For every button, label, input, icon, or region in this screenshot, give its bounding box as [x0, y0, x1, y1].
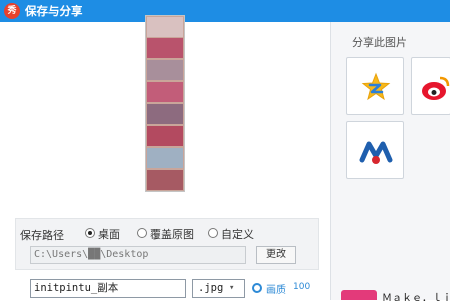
- renren-icon: [359, 141, 393, 164]
- ad-banner-text[interactable]: Ｍａｋｅ．ｌｉｆｅ: [382, 289, 450, 304]
- share-panel: 分享此图片: [330, 22, 450, 300]
- quality-value: 100: [293, 282, 311, 292]
- share-renren-button[interactable]: [346, 121, 404, 179]
- qzone-icon: [361, 72, 391, 101]
- desktop-radio-label[interactable]: 桌面: [98, 226, 120, 242]
- extension-value: .jpg: [198, 282, 224, 294]
- quality-label[interactable]: 画质: [266, 281, 286, 296]
- ad-banner-image[interactable]: [341, 290, 377, 300]
- overwrite-radio[interactable]: [137, 228, 147, 238]
- quality-gear-icon[interactable]: [252, 283, 262, 293]
- custom-radio-label[interactable]: 自定义: [221, 226, 254, 242]
- desktop-radio[interactable]: [85, 228, 95, 238]
- share-weibo-button[interactable]: [411, 57, 450, 115]
- chevron-down-icon: ▾: [229, 283, 235, 293]
- share-qzone-button[interactable]: [346, 57, 404, 115]
- filename-input[interactable]: initpintu_副本: [30, 279, 186, 298]
- extension-select[interactable]: .jpg ▾: [192, 279, 245, 298]
- weibo-icon: [422, 76, 450, 100]
- app-logo-icon: 秀: [4, 3, 20, 19]
- save-path-field[interactable]: C:\Users\██\Desktop: [30, 246, 246, 264]
- window-title: 保存与分享: [25, 4, 83, 18]
- change-path-button[interactable]: 更改: [256, 246, 296, 264]
- title-bar: 秀 保存与分享: [0, 0, 450, 22]
- image-preview: [145, 15, 185, 192]
- custom-radio[interactable]: [208, 228, 218, 238]
- overwrite-radio-label[interactable]: 覆盖原图: [150, 226, 194, 242]
- save-path-label: 保存路径: [20, 229, 64, 242]
- share-title: 分享此图片: [352, 36, 407, 49]
